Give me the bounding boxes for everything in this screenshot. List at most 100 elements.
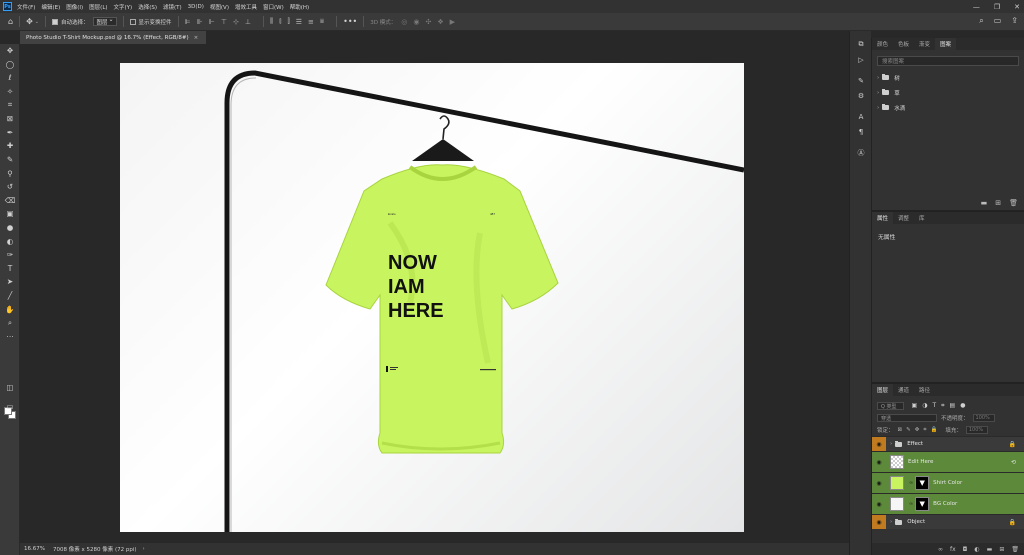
menu-3d[interactable]: 3D(D) <box>188 4 204 10</box>
eyedropper-tool-icon[interactable]: ✒ <box>0 126 20 140</box>
move-tool-icon[interactable]: ✥ <box>0 44 20 58</box>
add-mask-icon[interactable]: ◘ <box>963 546 968 553</box>
move-tool-icon[interactable]: ✥ <box>26 17 33 26</box>
home-icon[interactable]: ⌂ <box>8 17 13 26</box>
align-center-icon[interactable]: ⊪ <box>197 18 203 26</box>
chevron-right-icon[interactable]: › <box>143 546 145 552</box>
layer-row[interactable]: ◉ › Effect 🔒 <box>872 436 1024 451</box>
hand-tool-icon[interactable]: ✋ <box>0 302 20 316</box>
lock-position-icon[interactable]: ✥ <box>915 427 920 433</box>
tab-swatches[interactable]: 色板 <box>893 38 914 50</box>
3d-slide-icon[interactable]: ❖ <box>437 18 443 26</box>
type-tool-icon[interactable]: T <box>0 262 20 276</box>
canvas-area[interactable]: NOW IAM HERE Emilo 487 <box>20 44 849 543</box>
zoom-level[interactable]: 16.67% <box>24 546 45 552</box>
show-transform-checkbox[interactable] <box>129 18 136 25</box>
auto-select-target-dropdown[interactable]: 图层 <box>92 16 117 26</box>
gradient-tool-icon[interactable]: ▣ <box>0 207 20 221</box>
maximize-button[interactable]: ❐ <box>994 3 1000 11</box>
document-tab[interactable]: Photo Studio T-Shirt Mockup.psd @ 16.7% … <box>20 31 206 44</box>
menu-filter[interactable]: 滤镜(T) <box>163 3 182 11</box>
menu-window[interactable]: 窗口(W) <box>263 3 284 11</box>
close-document-icon[interactable]: × <box>194 35 199 41</box>
layer-row[interactable]: ◉ Edit Here ⟲ <box>872 451 1024 472</box>
align-bottom-icon[interactable]: ⊥ <box>245 18 251 26</box>
menu-image[interactable]: 图像(I) <box>66 3 83 11</box>
menu-help[interactable]: 帮助(H) <box>290 3 309 11</box>
history-brush-tool-icon[interactable]: ↺ <box>0 180 20 194</box>
tab-layers[interactable]: 图层 <box>872 384 894 396</box>
filter-toggle-icon[interactable]: ● <box>960 402 965 410</box>
filter-type-icon[interactable]: T <box>932 402 936 410</box>
menu-select[interactable]: 选择(S) <box>138 3 157 11</box>
zoom-tool-icon[interactable]: ⌕ <box>0 316 20 330</box>
lock-transparency-icon[interactable]: ⊠ <box>898 427 903 433</box>
layer-row[interactable]: ◉ ∞ ▼ Shirt Color <box>872 472 1024 493</box>
character-panel-icon[interactable]: A <box>850 109 872 124</box>
tab-adjustments[interactable]: 调整 <box>893 212 914 224</box>
brush-settings-icon[interactable]: ✎ <box>850 73 872 88</box>
trash-icon[interactable]: 🗑 <box>1011 546 1019 553</box>
frame-tool-icon[interactable]: ⊠ <box>0 112 20 126</box>
layer-kind-filter[interactable]: Q 类型 <box>877 402 904 410</box>
history-panel-icon[interactable]: ⧉ <box>850 37 872 52</box>
new-layer-icon[interactable]: ⊞ <box>999 546 1004 553</box>
paragraph-panel-icon[interactable]: ¶ <box>850 124 872 139</box>
menu-view[interactable]: 视图(V) <box>210 3 229 11</box>
3d-roll-icon[interactable]: ◉ <box>413 18 419 26</box>
tab-properties[interactable]: 属性 <box>872 212 894 224</box>
blend-mode-dropdown[interactable]: 穿透 <box>877 414 937 422</box>
eraser-tool-icon[interactable]: ⌫ <box>0 194 20 208</box>
distribute-bottom-icon[interactable]: ⩸ <box>320 17 324 26</box>
brush-tool-icon[interactable]: ✎ <box>0 153 20 167</box>
adjustments-icon[interactable]: ⚙ <box>850 88 872 103</box>
menu-type[interactable]: 文字(Y) <box>114 3 133 11</box>
chevron-right-icon[interactable]: › <box>890 519 892 525</box>
chevron-right-icon[interactable]: › <box>890 441 892 447</box>
pen-tool-icon[interactable]: ✑ <box>0 248 20 262</box>
new-group-icon[interactable]: ▬ <box>981 199 988 207</box>
3d-scale-icon[interactable]: ▶ <box>450 18 455 26</box>
new-pattern-icon[interactable]: ⊞ <box>995 199 1001 207</box>
artboard[interactable]: NOW IAM HERE Emilo 487 <box>120 63 744 532</box>
align-top-icon[interactable]: ⊤ <box>221 18 227 26</box>
menu-file[interactable]: 文件(F) <box>17 3 35 11</box>
chevron-right-icon[interactable]: › <box>877 105 879 111</box>
close-window-button[interactable]: ✕ <box>1014 3 1020 11</box>
blur-tool-icon[interactable]: ● <box>0 221 20 235</box>
eye-icon[interactable]: ◉ <box>872 515 886 529</box>
pattern-group-trees[interactable]: › 树 <box>872 70 1024 85</box>
actions-panel-icon[interactable]: ▷ <box>850 52 872 67</box>
search-icon[interactable]: ⌕ <box>979 16 983 26</box>
chevron-right-icon[interactable]: › <box>877 75 879 81</box>
align-middle-icon[interactable]: ⊹ <box>233 18 239 26</box>
chevron-down-icon[interactable]: ⌄ <box>35 19 39 25</box>
clone-stamp-tool-icon[interactable]: ⚲ <box>0 166 20 180</box>
lasso-tool-icon[interactable]: ℓ <box>0 71 20 85</box>
adjustment-layer-icon[interactable]: ◐ <box>974 546 979 553</box>
eye-icon[interactable]: ◉ <box>872 494 886 514</box>
magic-wand-tool-icon[interactable]: ✧ <box>0 85 20 99</box>
dodge-tool-icon[interactable]: ◐ <box>0 234 20 248</box>
layer-row[interactable]: ◉ ∞ ▼ BG Color <box>872 493 1024 514</box>
document-info[interactable]: 7008 像素 x 5280 像素 (72 ppi) <box>53 545 137 553</box>
tab-paths[interactable]: 路径 <box>914 384 935 396</box>
align-left-icon[interactable]: ⊫ <box>185 18 191 26</box>
distribute-top-icon[interactable]: ☰ <box>296 18 302 26</box>
filter-adjustment-icon[interactable]: ◑ <box>922 402 927 410</box>
menu-edit[interactable]: 编辑(E) <box>41 3 60 11</box>
align-right-icon[interactable]: ⊩ <box>209 18 215 26</box>
tab-color[interactable]: 颜色 <box>872 38 893 50</box>
edit-toolbar-icon[interactable]: ⋯ <box>0 329 20 343</box>
lock-all-icon[interactable]: 🔒 <box>930 427 937 433</box>
eye-icon[interactable]: ◉ <box>872 473 886 493</box>
filter-shape-icon[interactable]: ⌗ <box>941 402 944 410</box>
crop-tool-icon[interactable]: ⌗ <box>0 98 20 112</box>
distribute-right-icon[interactable]: ⫿ <box>287 17 289 26</box>
glyphs-panel-icon[interactable]: Ⓐ <box>850 145 872 160</box>
distribute-middle-icon[interactable]: ≡ <box>308 18 314 26</box>
new-group-icon[interactable]: ▬ <box>987 546 993 553</box>
share-icon[interactable]: ⇪ <box>1011 16 1018 26</box>
menu-layer[interactable]: 图层(L) <box>89 3 107 11</box>
filter-smart-icon[interactable]: ▤ <box>950 402 956 410</box>
